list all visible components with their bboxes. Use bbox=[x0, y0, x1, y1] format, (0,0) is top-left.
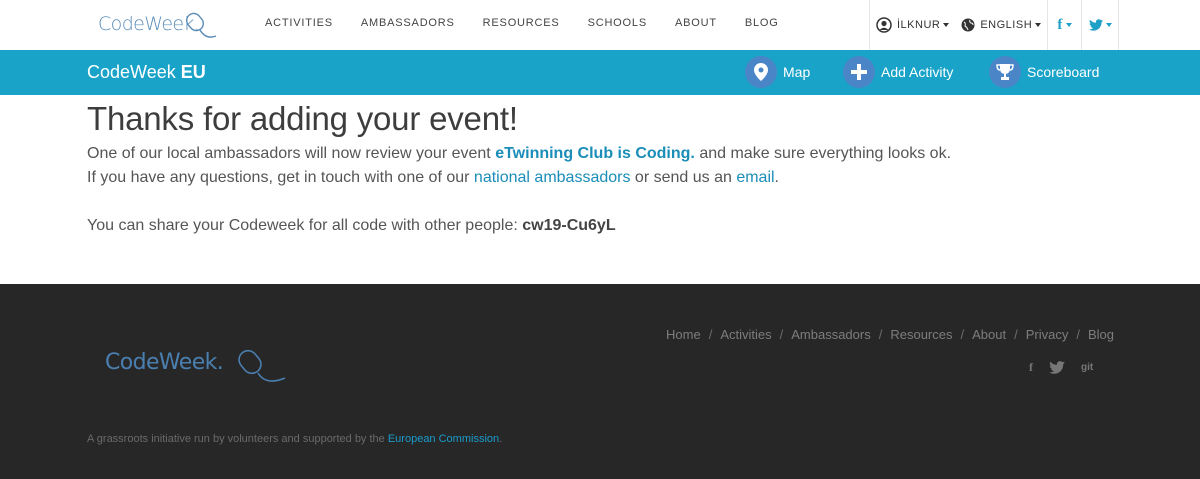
chevron-down-icon bbox=[1035, 23, 1042, 27]
mouse-logo-icon bbox=[186, 12, 217, 38]
footer-separator: / bbox=[779, 327, 784, 342]
top-right-controls: İLKNUR ENGLISH f bbox=[869, 0, 1120, 50]
footer: Home / Activities / Ambassadors / Resources… bbox=[0, 284, 1200, 479]
footer-link-resources[interactable]: Resources bbox=[890, 327, 952, 342]
main-menu: ACTIVITIES AMBASSADORS RESOURCES SCHOOLS… bbox=[265, 17, 807, 29]
brand-light: CodeWeek bbox=[87, 62, 176, 82]
scoreboard-button[interactable]: Scoreboard bbox=[989, 56, 1099, 88]
page-title: Thanks for adding your event! bbox=[87, 100, 518, 137]
twitter-menu[interactable] bbox=[1081, 0, 1120, 50]
review-text: One of our local ambassadors will now re… bbox=[87, 145, 496, 162]
language-label: ENGLISH bbox=[980, 19, 1033, 31]
menu-about[interactable]: ABOUT bbox=[675, 17, 717, 29]
facebook-icon[interactable]: f bbox=[1029, 360, 1033, 375]
language-menu[interactable]: ENGLISH bbox=[955, 0, 1047, 50]
footer-link-privacy[interactable]: Privacy bbox=[1026, 327, 1069, 342]
menu-schools[interactable]: SCHOOLS bbox=[588, 17, 647, 29]
sub-header-bar: CodeWeek EU Map Add Activity Scoreboard bbox=[0, 50, 1200, 95]
trophy-icon bbox=[989, 56, 1021, 88]
contact-text: If you have any questions, get in touch … bbox=[87, 169, 474, 186]
review-text-end: and make sure everything looks ok. bbox=[694, 145, 952, 162]
plus-icon bbox=[843, 56, 875, 88]
globe-icon bbox=[961, 18, 975, 32]
email-link[interactable]: email bbox=[736, 169, 774, 186]
footer-link-about[interactable]: About bbox=[972, 327, 1006, 342]
footer-social: f git bbox=[1029, 360, 1109, 375]
footer-separator: / bbox=[1014, 327, 1018, 342]
review-message: One of our local ambassadors will now re… bbox=[87, 142, 1117, 166]
git-icon[interactable]: git bbox=[1081, 362, 1093, 373]
add-activity-label: Add Activity bbox=[881, 64, 954, 80]
footer-link-ambassadors[interactable]: Ambassadors bbox=[791, 327, 870, 342]
user-icon bbox=[876, 17, 892, 33]
share-code: cw19-Cu6yL bbox=[522, 217, 616, 234]
national-ambassadors-link[interactable]: national ambassadors bbox=[474, 169, 631, 186]
codeweek-eu-brand[interactable]: CodeWeek EU bbox=[87, 62, 206, 83]
footer-note-text: A grassroots initiative run by volunteer… bbox=[87, 433, 388, 445]
footer-link-activities[interactable]: Activities bbox=[720, 327, 771, 342]
brand-bold: EU bbox=[180, 62, 206, 82]
user-label: İLKNUR bbox=[897, 19, 941, 31]
menu-activities[interactable]: ACTIVITIES bbox=[265, 17, 333, 29]
chevron-down-icon bbox=[1065, 23, 1072, 27]
footer-logo-text: CodeWeek. bbox=[105, 350, 224, 375]
chevron-down-icon bbox=[943, 23, 950, 27]
menu-ambassadors[interactable]: AMBASSADORS bbox=[361, 17, 455, 29]
add-activity-button[interactable]: Add Activity bbox=[843, 56, 953, 88]
footer-separator: / bbox=[878, 327, 883, 342]
footer-link-home[interactable]: Home bbox=[666, 327, 701, 342]
facebook-icon: f bbox=[1057, 16, 1063, 33]
event-link[interactable]: eTwinning Club is Coding. bbox=[495, 145, 695, 162]
footer-logo[interactable]: CodeWeek. bbox=[105, 346, 305, 386]
chevron-down-icon bbox=[1105, 23, 1112, 27]
footer-separator: / bbox=[708, 327, 713, 342]
share-text: You can share your Codeweek for all code… bbox=[87, 217, 523, 234]
facebook-menu[interactable]: f bbox=[1047, 0, 1081, 50]
map-label: Map bbox=[783, 64, 811, 80]
top-navigation: CodeWeek. ACTIVITIES AMBASSADORS RESOURC… bbox=[0, 0, 1200, 50]
footer-note-end: . bbox=[499, 433, 503, 445]
map-button[interactable]: Map bbox=[745, 56, 810, 88]
codeweek-logo[interactable]: CodeWeek. bbox=[98, 10, 228, 42]
contact-text-end: . bbox=[774, 169, 779, 186]
share-message: You can share your Codeweek for all code… bbox=[87, 214, 1117, 238]
twitter-icon[interactable] bbox=[1049, 361, 1065, 374]
footer-note: A grassroots initiative run by volunteer… bbox=[87, 433, 502, 445]
footer-link-blog[interactable]: Blog bbox=[1088, 327, 1114, 342]
contact-message: If you have any questions, get in touch … bbox=[87, 166, 1117, 190]
mouse-logo-icon bbox=[238, 349, 286, 382]
european-commission-link[interactable]: European Commission bbox=[388, 433, 499, 445]
footer-links: Home / Activities / Ambassadors / Resources… bbox=[666, 327, 1114, 342]
menu-resources[interactable]: RESOURCES bbox=[483, 17, 560, 29]
scoreboard-label: Scoreboard bbox=[1027, 64, 1100, 80]
twitter-icon bbox=[1088, 19, 1103, 31]
menu-blog[interactable]: BLOG bbox=[745, 17, 779, 29]
user-menu[interactable]: İLKNUR bbox=[870, 0, 955, 50]
footer-separator: / bbox=[960, 327, 965, 342]
contact-text-mid: or send us an bbox=[630, 169, 737, 186]
footer-separator: / bbox=[1076, 327, 1080, 342]
main-content: Thanks for adding your event! One of our… bbox=[87, 98, 1117, 238]
map-marker-icon bbox=[745, 56, 777, 88]
